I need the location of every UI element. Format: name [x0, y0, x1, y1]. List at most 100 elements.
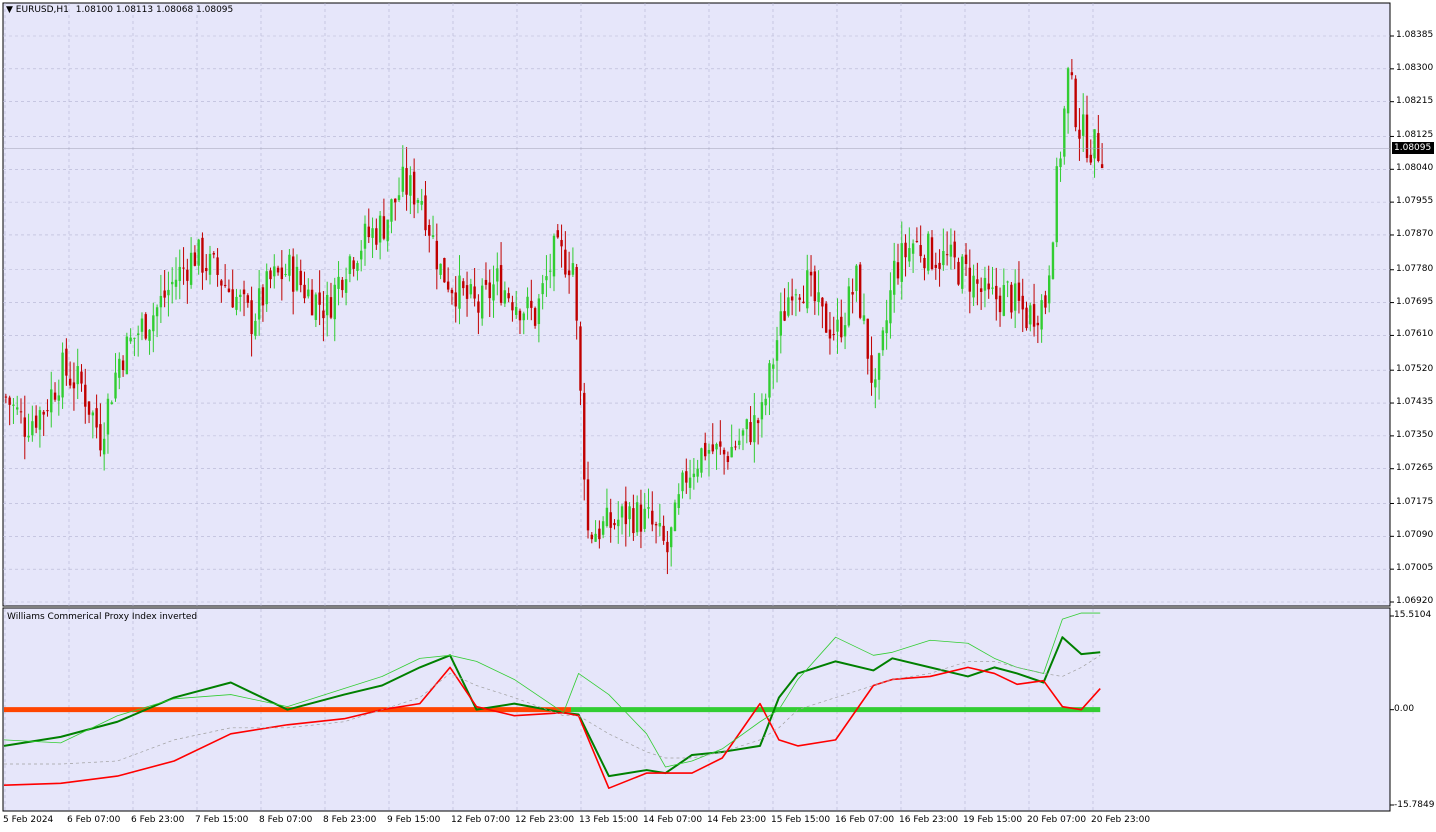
- candle-body: [711, 444, 714, 452]
- candle-body: [609, 512, 612, 528]
- candle-body: [201, 237, 204, 273]
- candle-body: [465, 285, 469, 299]
- candle-body: [288, 254, 291, 276]
- candle-body: [798, 297, 801, 300]
- candle-body: [409, 175, 412, 196]
- candle-body: [862, 315, 866, 321]
- candle-body: [53, 392, 57, 400]
- time-tick-label: 15 Feb 15:00: [771, 815, 831, 825]
- candle-body: [72, 382, 76, 389]
- candle-body: [492, 284, 495, 301]
- candle-body: [832, 334, 835, 336]
- candle-body: [1010, 284, 1013, 313]
- candle-body: [480, 285, 484, 319]
- candle-body: [133, 337, 136, 339]
- candle-body: [756, 420, 760, 424]
- price-chart[interactable]: [0, 0, 1436, 832]
- candle-body: [152, 315, 155, 332]
- candle-body: [439, 263, 442, 275]
- candle-body: [1055, 166, 1058, 243]
- candle-body: [979, 288, 983, 292]
- candle-body: [530, 300, 533, 308]
- candle-body: [375, 228, 378, 245]
- candle-body: [915, 240, 919, 242]
- candle-body: [923, 257, 926, 269]
- candle-body: [1059, 158, 1062, 168]
- candle-body: [291, 256, 295, 292]
- candle-body: [957, 261, 960, 285]
- candle-body: [601, 521, 605, 535]
- time-tick-label: 19 Feb 15:00: [963, 815, 1023, 825]
- candle-body: [114, 372, 117, 399]
- candle-body: [677, 494, 680, 509]
- time-tick-label: 6 Feb 07:00: [67, 815, 121, 825]
- candle-body: [821, 297, 824, 307]
- candle-body: [208, 253, 212, 275]
- candle-body: [189, 252, 193, 285]
- candle-body: [889, 290, 892, 324]
- candle-body: [265, 271, 268, 305]
- candle-body: [908, 248, 911, 262]
- candle-body: [38, 410, 42, 430]
- candle-body: [223, 284, 227, 286]
- price-tick-label: 1.08125: [1396, 130, 1434, 141]
- candle-body: [431, 235, 435, 237]
- candle-body: [148, 329, 151, 341]
- candle-body: [1063, 108, 1066, 157]
- candle-body: [295, 266, 299, 291]
- candle-body: [27, 435, 30, 438]
- candle-body: [344, 279, 348, 293]
- time-tick-label: 6 Feb 23:00: [131, 815, 185, 825]
- candle-body: [753, 415, 756, 443]
- time-tick-label: 20 Feb 23:00: [1091, 815, 1151, 825]
- candle-body: [964, 254, 968, 265]
- candle-body: [806, 270, 809, 309]
- candle-body: [1002, 285, 1006, 316]
- candle-body: [159, 295, 163, 308]
- candle-body: [715, 443, 718, 450]
- candle-body: [496, 268, 499, 282]
- candle-body: [1017, 282, 1021, 301]
- time-tick-label: 8 Feb 07:00: [259, 815, 313, 825]
- price-tick-label: 1.08040: [1396, 163, 1434, 174]
- collapse-triangle-icon[interactable]: ▼: [6, 5, 13, 15]
- candle-body: [337, 276, 340, 289]
- candle-body: [991, 287, 994, 289]
- price-tick-label: 1.07090: [1396, 530, 1434, 541]
- candle-body: [987, 283, 990, 290]
- candle-body: [367, 226, 370, 238]
- candle-body: [840, 316, 843, 338]
- candle-body: [80, 371, 83, 384]
- candle-body: [420, 200, 423, 205]
- candle-body: [110, 402, 113, 405]
- price-tick-label: 1.08300: [1396, 62, 1434, 73]
- time-tick-label: 7 Feb 15:00: [195, 815, 249, 825]
- candle-body: [1032, 304, 1036, 327]
- candle-body: [450, 289, 454, 294]
- candle-body: [325, 294, 329, 316]
- candle-body: [102, 438, 106, 455]
- candle-body: [212, 253, 215, 255]
- candle-body: [246, 295, 250, 303]
- candle-body: [412, 171, 416, 205]
- candle-body: [1044, 295, 1047, 308]
- candle-body: [57, 395, 61, 401]
- price-tick-label: 1.07265: [1396, 462, 1434, 473]
- candle-body: [458, 275, 461, 309]
- candle-body: [968, 267, 972, 292]
- candle-body: [273, 266, 276, 277]
- candle-body: [8, 397, 11, 405]
- indicator-axis-max: 15.5104: [1394, 610, 1432, 620]
- candle-body: [424, 195, 427, 231]
- candle-body: [949, 244, 953, 257]
- candle-body: [477, 301, 480, 313]
- candle-body: [995, 285, 998, 300]
- candle-body: [651, 510, 654, 525]
- candle-body: [125, 336, 129, 375]
- candle-body: [983, 277, 987, 291]
- price-tick-label: 1.07350: [1396, 429, 1434, 440]
- candle-body: [745, 419, 748, 430]
- candle-body: [654, 524, 658, 526]
- candle-body: [34, 415, 38, 428]
- candle-body: [938, 262, 941, 269]
